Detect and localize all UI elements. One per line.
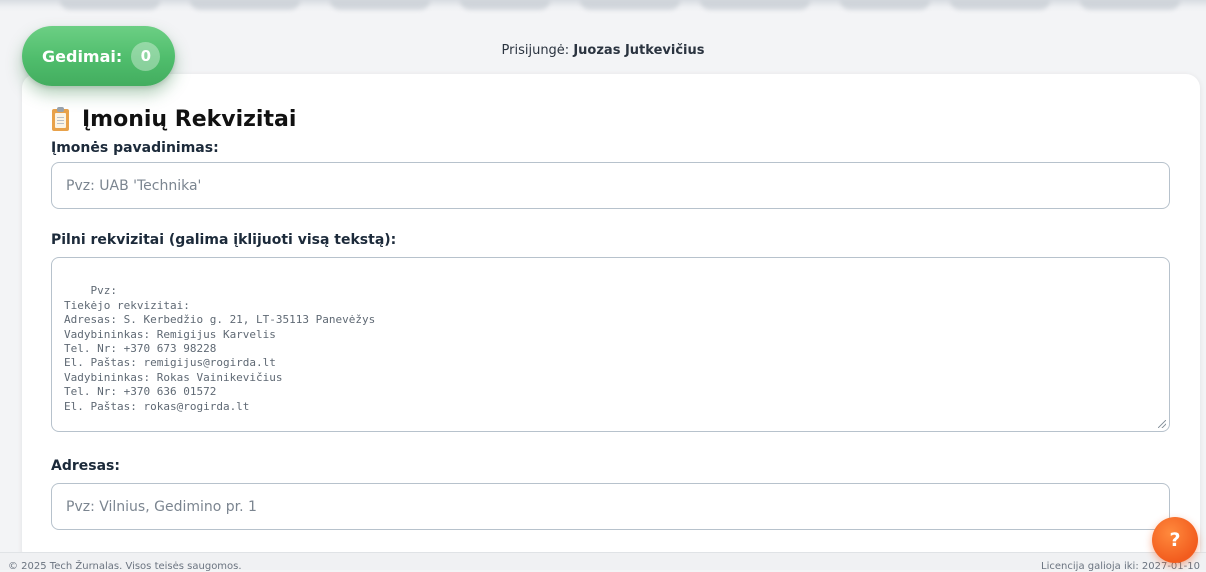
company-name-label: Įmonės pavadinimas:: [51, 140, 219, 156]
address-label: Adresas:: [51, 458, 120, 474]
full-details-placeholder: Pvz: Tiekėjo rekvizitai: Adresas: S. Ker…: [64, 284, 376, 413]
logged-in-user: Prisijungė: Juozas Jutkevičius: [0, 43, 1206, 58]
full-details-textarea[interactable]: Pvz: Tiekėjo rekvizitai: Adresas: S. Ker…: [51, 257, 1170, 432]
company-details-card: Įmonių Rekvizitai Įmonės pavadinimas: Pv…: [22, 74, 1200, 564]
resize-handle[interactable]: [1158, 420, 1166, 428]
nav-tab-shadow: [700, 0, 810, 10]
nav-tab-shadow: [460, 0, 550, 10]
login-prefix: Prisijungė:: [501, 43, 570, 58]
nav-tab-shadow: [330, 0, 430, 10]
login-username: Juozas Jutkevičius: [573, 43, 705, 58]
help-button[interactable]: ?: [1152, 517, 1198, 563]
nav-tab-shadow: [580, 0, 680, 10]
nav-tab-shadow: [840, 0, 930, 10]
clipboard-icon: [52, 106, 69, 131]
page-title-text: Įmonių Rekvizitai: [82, 107, 297, 132]
nav-tab-shadow: [950, 0, 1050, 10]
footer: © 2025 Tech Žurnalas. Visos teisės saugo…: [0, 552, 1206, 572]
address-input[interactable]: Pvz: Vilnius, Gedimino pr. 1: [51, 483, 1170, 530]
faults-label: Gedimai:: [42, 46, 123, 66]
company-name-placeholder: Pvz: UAB 'Technika': [66, 177, 202, 194]
address-placeholder: Pvz: Vilnius, Gedimino pr. 1: [66, 498, 257, 515]
nav-tab-shadow: [1080, 0, 1180, 10]
nav-tab-shadow: [60, 0, 160, 10]
help-icon: ?: [1169, 529, 1181, 551]
full-details-label: Pilni rekvizitai (galima įklijuoti visą …: [51, 232, 397, 248]
faults-count-badge: 0: [131, 41, 161, 71]
footer-copyright: © 2025 Tech Žurnalas. Visos teisės saugo…: [8, 561, 242, 572]
faults-button[interactable]: Gedimai: 0: [22, 26, 175, 86]
page-title: Įmonių Rekvizitai: [52, 106, 297, 132]
top-navigation-strip: [0, 0, 1206, 12]
nav-tab-shadow: [190, 0, 300, 10]
company-name-input[interactable]: Pvz: UAB 'Technika': [51, 162, 1170, 209]
